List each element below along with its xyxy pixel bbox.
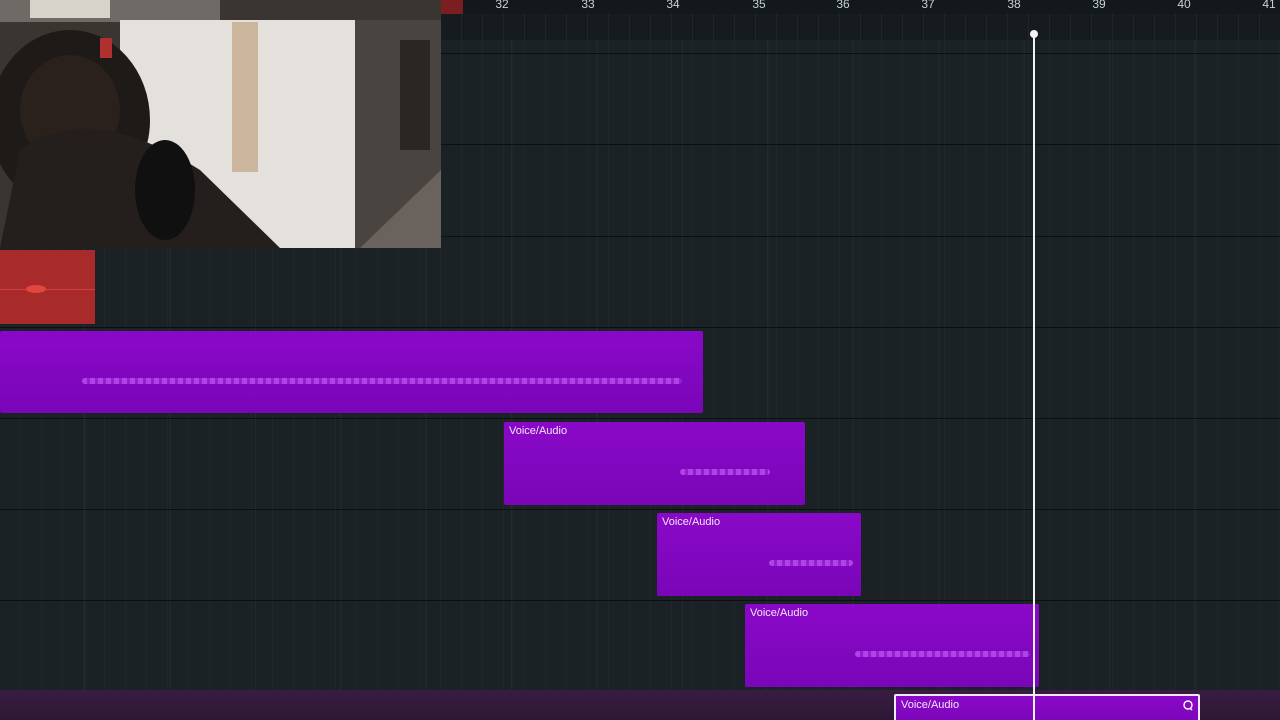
waveform-peak bbox=[26, 285, 46, 293]
waveform-line bbox=[0, 289, 95, 290]
bar-number: 34 bbox=[666, 0, 680, 11]
clip-label: Voice/Audio bbox=[901, 699, 960, 711]
webcam-overlay bbox=[0, 0, 441, 248]
audio-clip-voice[interactable]: Voice/Audio bbox=[745, 604, 1039, 687]
track-lane[interactable] bbox=[0, 509, 1280, 600]
clip-waveform bbox=[855, 651, 1030, 657]
audio-clip-voice[interactable]: Voice/Audio bbox=[657, 513, 861, 596]
bar-number: 41 bbox=[1262, 0, 1276, 11]
arrangement-view[interactable]: 32 33 34 35 36 37 38 39 40 41 Voice/Audi… bbox=[0, 0, 1280, 720]
bar-number: 39 bbox=[1092, 0, 1106, 11]
bar-number: 35 bbox=[752, 0, 766, 11]
clip-waveform bbox=[82, 378, 682, 384]
bar-number: 32 bbox=[495, 0, 509, 11]
track-lane[interactable] bbox=[0, 600, 1280, 691]
recording-clip[interactable] bbox=[0, 250, 95, 324]
ruler-marker bbox=[441, 0, 463, 14]
loop-icon[interactable] bbox=[1182, 699, 1194, 711]
bar-number: 36 bbox=[836, 0, 850, 11]
clip-waveform bbox=[769, 560, 853, 566]
bar-number: 38 bbox=[1007, 0, 1021, 11]
webcam-image bbox=[0, 0, 441, 248]
clip-waveform bbox=[680, 469, 770, 475]
playhead-line[interactable] bbox=[1033, 34, 1035, 720]
audio-clip-voice[interactable]: Voice/Audio bbox=[504, 422, 805, 505]
bar-number: 33 bbox=[581, 0, 595, 11]
bar-number: 40 bbox=[1177, 0, 1191, 11]
clip-label: Voice/Audio bbox=[750, 607, 809, 619]
audio-clip[interactable] bbox=[0, 331, 703, 413]
audio-clip-voice-selected[interactable]: Voice/Audio bbox=[894, 694, 1200, 720]
bar-number: 37 bbox=[921, 0, 935, 11]
playhead-handle[interactable] bbox=[1030, 30, 1038, 38]
clip-label: Voice/Audio bbox=[509, 425, 568, 437]
clip-label: Voice/Audio bbox=[662, 516, 721, 528]
track-lane[interactable] bbox=[0, 236, 1280, 327]
